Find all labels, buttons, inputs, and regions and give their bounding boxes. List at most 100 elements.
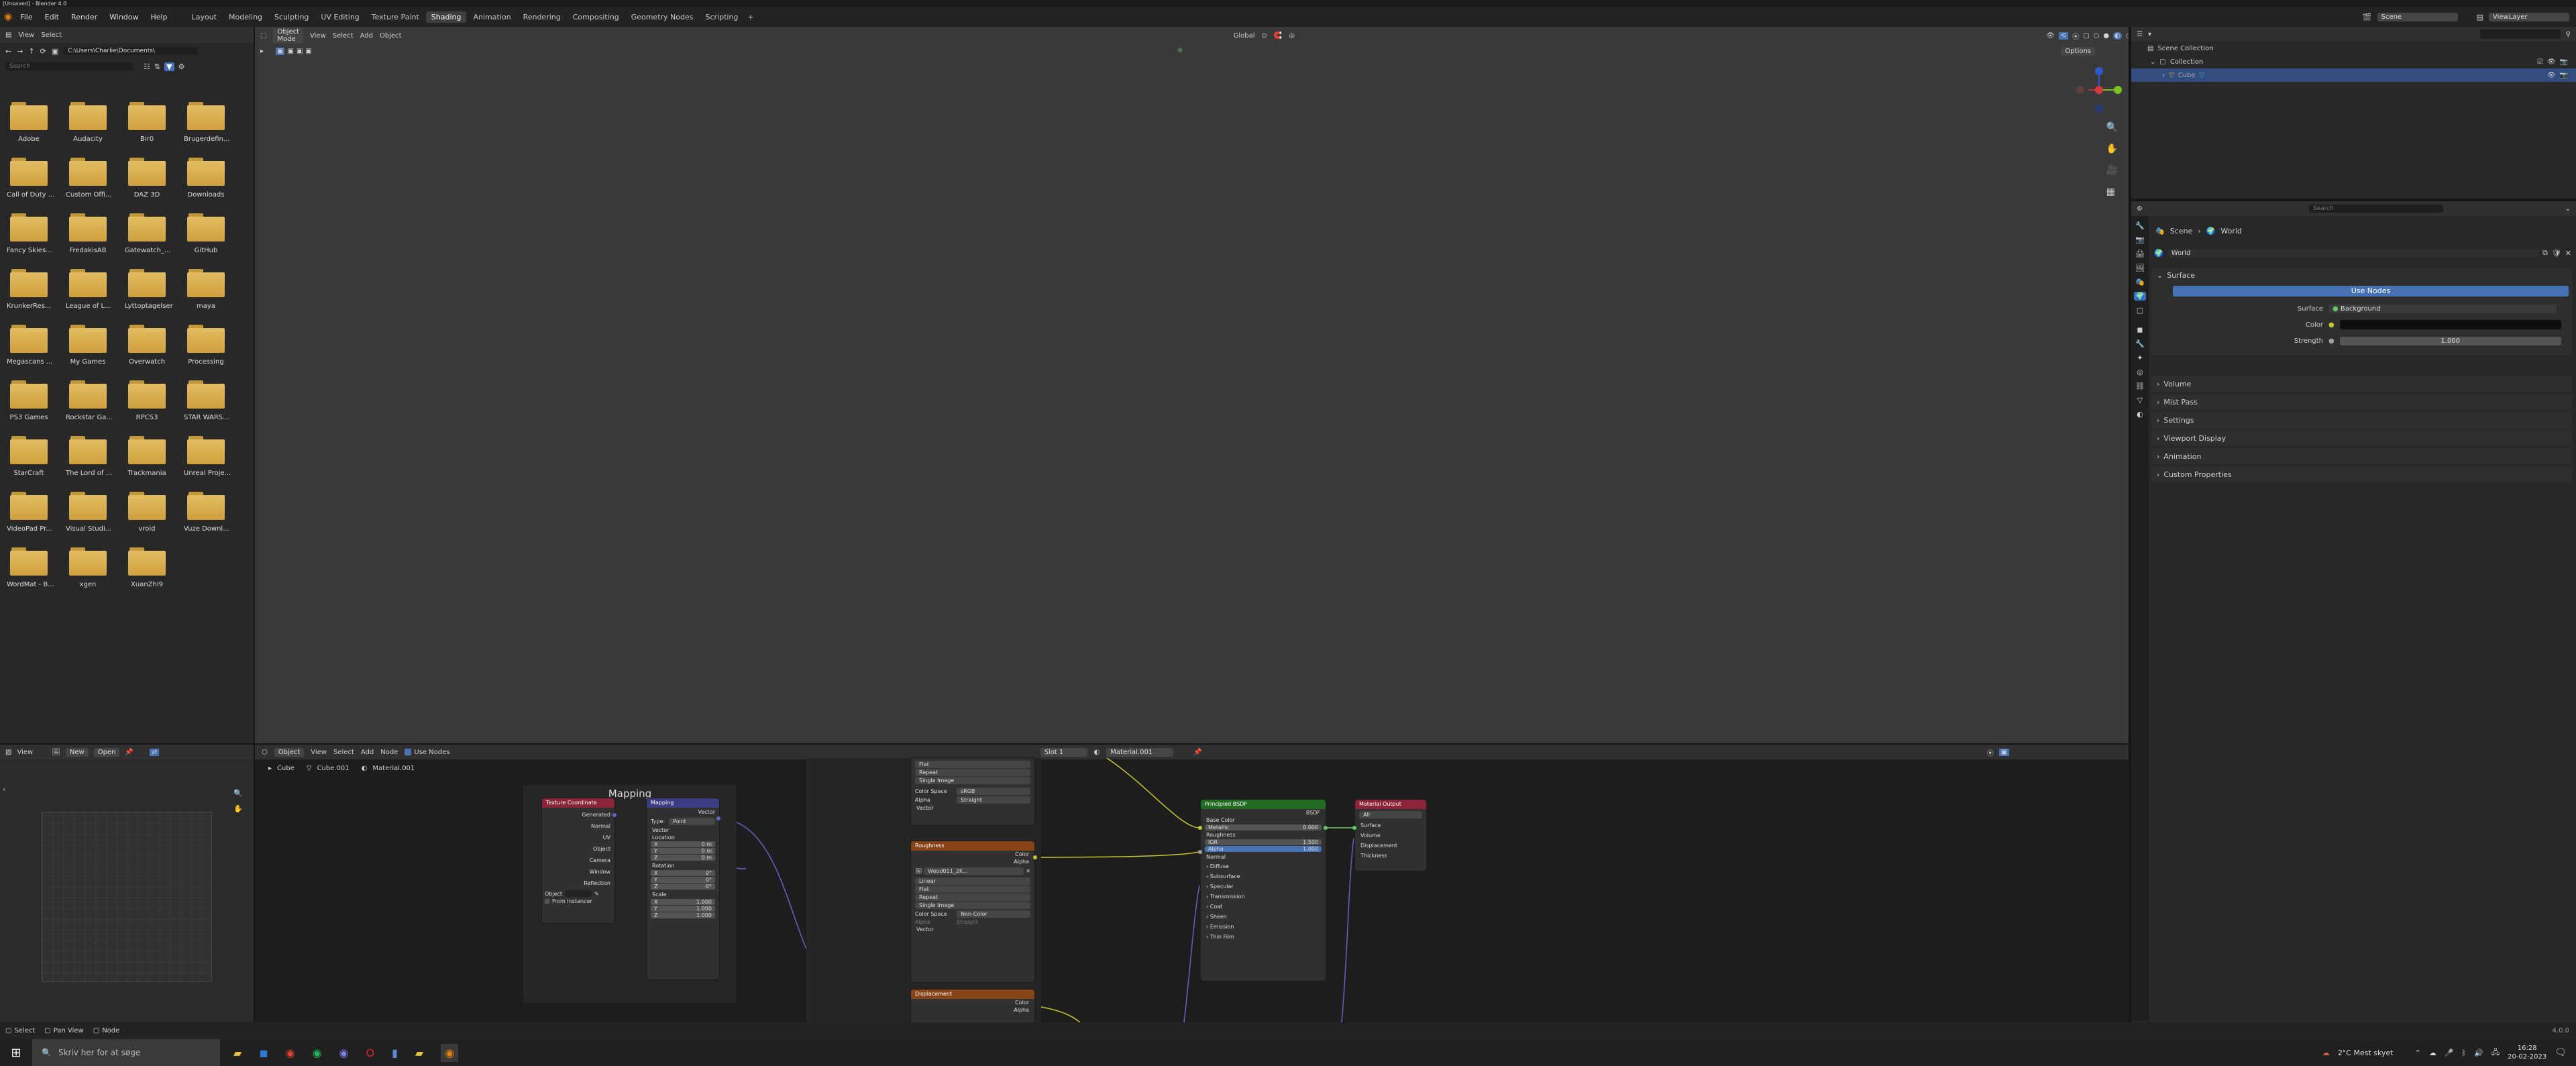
- xray-icon[interactable]: ▢: [2083, 32, 2089, 40]
- bsdf-panel[interactable]: › Diffuse: [1206, 861, 1320, 871]
- bsdf-metallic-row[interactable]: Metallic 0.000: [1205, 824, 1322, 831]
- output-tab-icon[interactable]: 🖨: [2135, 250, 2145, 258]
- physics-tab-icon[interactable]: ◎: [2137, 368, 2143, 376]
- r-cs-select[interactable]: Non-Color: [957, 910, 1030, 918]
- image-browse-icon[interactable]: 🖼: [915, 868, 922, 874]
- material-output-node[interactable]: Material Output All Surface Volume Displac…: [1355, 800, 1426, 871]
- folder-item[interactable]: Gatewatch_...: [125, 213, 171, 254]
- menu-edit[interactable]: Edit: [42, 11, 62, 23]
- bsdf-ior-row[interactable]: IOR 1.500: [1205, 839, 1322, 845]
- render-tab-icon[interactable]: 📷: [2135, 235, 2145, 244]
- filter-icon[interactable]: ▼: [164, 62, 174, 71]
- back-icon[interactable]: ←: [5, 47, 11, 56]
- folder-item[interactable]: Megascans ...: [7, 325, 52, 366]
- folder-item[interactable]: WordMat - B...: [7, 547, 54, 588]
- camera-icon[interactable]: 🎥: [2106, 165, 2118, 176]
- folder-item[interactable]: DAZ 3D: [125, 158, 169, 199]
- folder-item[interactable]: VideoPad Pr...: [7, 492, 52, 533]
- tex-coord-output[interactable]: Normal: [546, 820, 610, 832]
- node-dropdown[interactable]: Flat: [915, 761, 1030, 768]
- cube-eye-icon[interactable]: 👁: [2547, 72, 2556, 79]
- fb-menu-select[interactable]: Select: [41, 32, 62, 39]
- color-swatch[interactable]: [2339, 320, 2561, 329]
- properties-options-icon[interactable]: ⌄: [2565, 205, 2571, 213]
- parent-dir-icon[interactable]: ↑: [28, 47, 34, 56]
- folder-item[interactable]: Rockstar Ga...: [66, 380, 113, 421]
- bsdf-alpha-row[interactable]: Alpha 1.000: [1205, 846, 1322, 852]
- settings-icon[interactable]: ⚙: [178, 62, 185, 71]
- collection-check-icon[interactable]: ☑: [2537, 58, 2543, 66]
- folder-item[interactable]: Unreal Proje...: [184, 436, 231, 477]
- menu-window[interactable]: Window: [107, 11, 141, 23]
- image-texture-node-top[interactable]: Flat Repeat Single Image Color Space sRGB …: [911, 758, 1034, 825]
- properties-subpanel[interactable]: › Custom Properties: [2151, 466, 2573, 482]
- viewlayer-selector[interactable]: ViewLayer: [2489, 12, 2569, 21]
- tex-coord-output[interactable]: UV: [546, 832, 610, 843]
- tray-expand-icon[interactable]: ⌃: [2415, 1049, 2421, 1057]
- app-icon[interactable]: ▮: [392, 1047, 398, 1059]
- image-editor[interactable]: ▨ View 🖼 New Open 📌 ⇄ ‹ 🔍 ✋: [0, 745, 254, 1022]
- folder-item[interactable]: League of L...: [66, 269, 111, 310]
- mapping-rot-field[interactable]: Y 0°: [651, 877, 715, 883]
- menu-render[interactable]: Render: [68, 11, 100, 23]
- outliner-funnel-icon[interactable]: ⚲: [2566, 31, 2571, 38]
- node-dropdown[interactable]: Single Image: [915, 777, 1030, 784]
- material-tab-icon[interactable]: ◐: [2137, 410, 2143, 419]
- eyedropper-icon[interactable]: ✎: [594, 891, 599, 897]
- folder-item[interactable]: FredakisAB: [66, 213, 110, 254]
- pin-icon[interactable]: 📌: [125, 749, 133, 756]
- bsdf-panel[interactable]: › Transmission: [1206, 892, 1320, 902]
- refresh-icon[interactable]: ⟳: [40, 47, 46, 56]
- bsdf-panel[interactable]: › Coat: [1206, 902, 1320, 912]
- strength-socket-icon[interactable]: ●: [2328, 337, 2334, 345]
- object-picker[interactable]: [565, 890, 592, 897]
- chrome-icon[interactable]: ◉: [286, 1047, 295, 1059]
- folder-item[interactable]: Bir0: [125, 102, 169, 143]
- folder-item[interactable]: Processing: [184, 325, 228, 366]
- collection-eye-icon[interactable]: 👁: [2547, 58, 2556, 66]
- folder-item[interactable]: XuanZhi9: [125, 547, 169, 588]
- folder-item[interactable]: STAR WARS...: [184, 380, 229, 421]
- node-dropdown[interactable]: Flat: [915, 886, 1030, 893]
- mapping-rot-field[interactable]: X 0°: [651, 870, 715, 876]
- mapping-rot-field[interactable]: Z 0°: [651, 884, 715, 890]
- properties-subpanel[interactable]: › Viewport Display: [2151, 430, 2573, 446]
- spotify-icon[interactable]: ◉: [313, 1047, 322, 1059]
- principled-bsdf-node[interactable]: Principled BSDF BSDF Base Color Metallic…: [1201, 800, 1326, 981]
- solid-shading-icon[interactable]: ●: [2103, 32, 2109, 40]
- node-dropdown[interactable]: Repeat: [915, 769, 1030, 776]
- texture-coordinate-node[interactable]: Texture Coordinate Generated Normal UV Obje…: [542, 798, 614, 923]
- outliner-editor-icon[interactable]: ☰: [2137, 31, 2143, 38]
- gizmo-icon[interactable]: ⟲: [2058, 32, 2069, 40]
- options-button[interactable]: Options: [2061, 47, 2095, 56]
- tex-coord-output[interactable]: Reflection: [546, 877, 610, 889]
- mapping-node[interactable]: Mapping Vector Type: Point Vector Locati…: [647, 798, 719, 979]
- tex-coord-output[interactable]: Object: [546, 843, 610, 855]
- folder-item[interactable]: Custom Offi...: [66, 158, 112, 199]
- bsdf-panel[interactable]: › Specular: [1206, 882, 1320, 892]
- socket-rough-color[interactable]: [1033, 855, 1037, 859]
- sort-icon[interactable]: ⇅: [154, 62, 160, 71]
- data-tab-icon[interactable]: ▽: [2137, 396, 2143, 405]
- uv-sync-icon[interactable]: ⇄: [149, 748, 160, 756]
- bc-world[interactable]: World: [2220, 227, 2242, 235]
- folder-item[interactable]: Visual Studi...: [66, 492, 111, 533]
- navigation-gizmo[interactable]: [2075, 66, 2123, 114]
- folder-item[interactable]: xgen: [66, 547, 110, 588]
- world-tab-icon[interactable]: 🌍: [2134, 292, 2146, 301]
- bsdf-panel[interactable]: › Sheen: [1206, 912, 1320, 922]
- tool-tab-icon[interactable]: 🔧: [2135, 221, 2145, 230]
- ie-hand-icon[interactable]: ✋: [233, 804, 243, 813]
- ortho-grid-icon[interactable]: ▦: [2106, 186, 2118, 197]
- mapping-scl-field[interactable]: Y 1.000: [651, 906, 715, 912]
- menu-file[interactable]: File: [17, 11, 35, 23]
- socket-mapping-out[interactable]: [716, 816, 720, 820]
- mapping-loc-field[interactable]: Z 0 m: [651, 855, 715, 861]
- workspace-tab[interactable]: Compositing: [568, 11, 625, 23]
- color-socket-icon[interactable]: ●: [2328, 321, 2334, 329]
- mapping-scl-field[interactable]: X 1.000: [651, 899, 715, 905]
- transform-orientation[interactable]: Global: [1234, 32, 1255, 40]
- node-dropdown[interactable]: Repeat: [915, 894, 1030, 901]
- mapping-scl-field[interactable]: Z 1.000: [651, 912, 715, 918]
- files-icon[interactable]: ▰: [415, 1047, 423, 1059]
